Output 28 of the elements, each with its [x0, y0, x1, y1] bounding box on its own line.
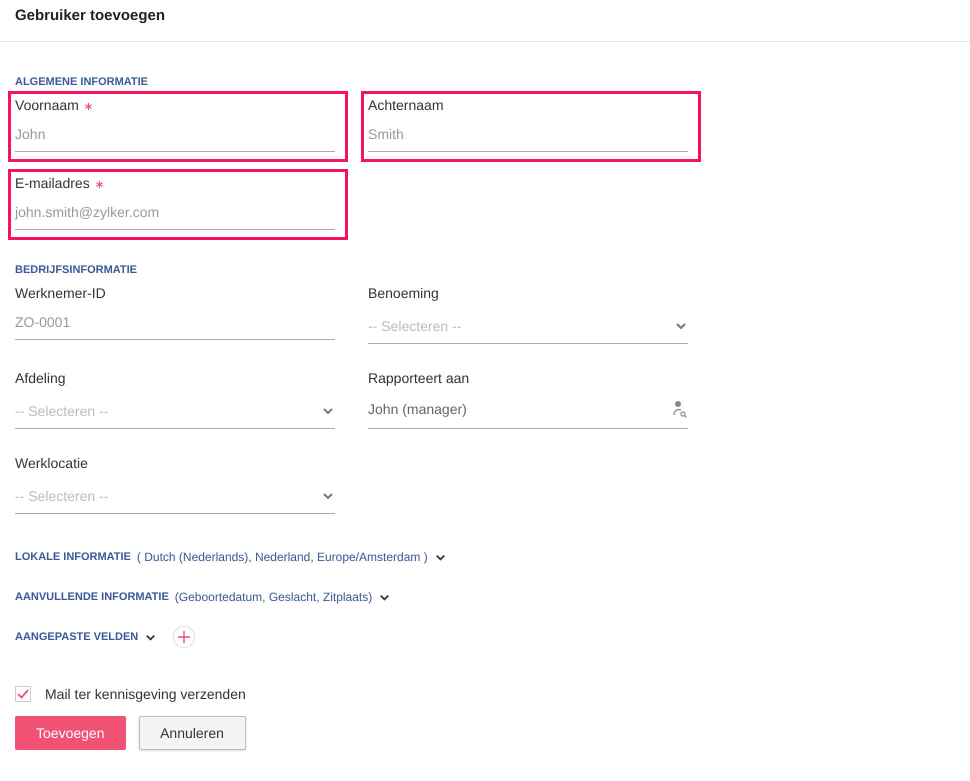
cancel-button[interactable]: Annuleren	[138, 716, 246, 750]
field-label: Achternaam	[368, 97, 444, 113]
section-heading: AANVULLENDE INFORMATIE	[15, 591, 169, 603]
field-label: E-mailadres	[15, 175, 90, 191]
select-field[interactable]: -- Selecteren --	[368, 304, 688, 344]
section-heading: LOKALE INFORMATIE	[15, 551, 131, 563]
field-label: Rapporteert aan	[368, 370, 470, 386]
page-title: Gebruiker toevoegen	[15, 7, 166, 24]
section-summary: ( Dutch (Nederlands), Nederland, Europe/Amsterdam )	[136, 550, 428, 564]
select-field[interactable]: -- Selecteren --	[15, 389, 335, 429]
plus-icon	[178, 631, 190, 643]
submit-button[interactable]: Toevoegen	[15, 716, 126, 750]
check-icon	[17, 689, 29, 699]
section-heading: BEDRIJFSINFORMATIE	[15, 264, 138, 276]
user-search-icon[interactable]	[672, 400, 688, 418]
section-heading: ALGEMENE INFORMATIE	[15, 76, 150, 88]
section-summary: (Geboortedatum, Geslacht, Zitplaats)	[174, 590, 372, 604]
lookup-field[interactable]: John (manager)	[368, 389, 688, 429]
checkbox[interactable]	[15, 686, 31, 702]
checkbox-label: Mail ter kennisgeving verzenden	[45, 686, 246, 702]
field-label: Werklocatie	[15, 455, 88, 471]
field-label: Benoeming	[368, 285, 439, 301]
field-label: Afdeling	[15, 370, 66, 386]
field-label: Voornaam	[15, 97, 79, 113]
add-button[interactable]	[173, 626, 196, 648]
section-heading: AANGEPASTE VELDEN	[15, 631, 138, 643]
field-label: Werknemer-ID	[15, 285, 106, 301]
select-field[interactable]: -- Selecteren --	[15, 474, 335, 514]
